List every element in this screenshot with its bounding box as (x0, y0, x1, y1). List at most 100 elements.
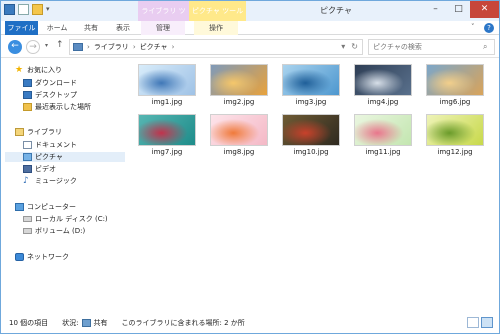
search-icon[interactable]: ⌕ (483, 42, 487, 52)
close-button[interactable]: ✕ (470, 1, 499, 18)
drive-icon (23, 228, 32, 234)
picture-tools-context: ピクチャ ツール (189, 1, 246, 21)
file-name: img8.jpg (223, 148, 255, 156)
address-bar[interactable]: › ライブラリ › ピクチャ › ▾ ↻ (69, 39, 363, 55)
thumbnail-image (138, 114, 196, 146)
file-name: img1.jpg (151, 98, 183, 106)
downloads-icon (23, 79, 32, 87)
forward-button[interactable]: → (26, 40, 40, 54)
view-switcher (467, 317, 493, 328)
thumbnail-image (210, 64, 268, 96)
thumbnail-image (426, 114, 484, 146)
title-bar: ▾ ライブラリ ツール ピクチャ ツール ピクチャ – □ ✕ (1, 1, 499, 35)
file-item[interactable]: img1.jpg (138, 64, 196, 106)
nav-label: ピクチャ (35, 153, 63, 161)
tab-share[interactable]: 共有 (77, 21, 105, 35)
nav-label: ボリューム (D:) (35, 227, 86, 235)
nav-label: ライブラリ (27, 128, 62, 136)
file-name: img11.jpg (365, 148, 401, 156)
explorer-window: ▾ ライブラリ ツール ピクチャ ツール ピクチャ – □ ✕ ファイル ホーム… (0, 0, 500, 334)
breadcrumb-separator[interactable]: › (172, 43, 175, 51)
file-name: img4.jpg (367, 98, 399, 106)
thumbnail-image (138, 64, 196, 96)
ribbon-tabs: ファイル ホーム 共有 表示 管理 操作 ˅ ? (1, 21, 499, 35)
state-label: 状況: (62, 318, 79, 327)
star-icon: ★ (15, 65, 24, 75)
window-title: ピクチャ (320, 6, 352, 15)
breadcrumb-libraries[interactable]: ライブラリ (94, 42, 129, 52)
file-item[interactable]: img4.jpg (354, 64, 412, 106)
details-view-icon[interactable] (467, 317, 479, 328)
quick-access-toolbar: ▾ (4, 4, 52, 15)
tab-operations[interactable]: 操作 (194, 21, 238, 35)
nav-libraries[interactable]: ライブラリ (15, 127, 142, 137)
customize-toolbar-icon[interactable]: ▾ (46, 4, 52, 15)
nav-label: ダウンロード (35, 79, 77, 87)
breadcrumb-pictures[interactable]: ピクチャ (140, 42, 168, 52)
breadcrumb-separator[interactable]: › (133, 43, 136, 51)
address-row: ← → ▾ ↑ › ライブラリ › ピクチャ › ▾ ↻ ⌕ (1, 36, 499, 58)
tab-view[interactable]: 表示 (109, 21, 137, 35)
nav-favorites[interactable]: ★ お気に入り (15, 65, 142, 75)
file-item[interactable]: img11.jpg (354, 114, 412, 156)
sharing-status: 状況: 共有 (62, 318, 108, 328)
nav-label: ドキュメント (35, 141, 77, 149)
properties-icon[interactable] (18, 4, 29, 15)
tab-home[interactable]: ホーム (41, 21, 73, 35)
large-icons-view-icon[interactable] (481, 317, 493, 328)
file-item[interactable]: img6.jpg (426, 64, 484, 106)
file-name: img2.jpg (223, 98, 255, 106)
search-input[interactable] (373, 43, 483, 51)
thumbnail-image (282, 114, 340, 146)
thumbnail-image (354, 114, 412, 146)
file-item[interactable]: img2.jpg (210, 64, 268, 106)
tab-file[interactable]: ファイル (5, 21, 38, 35)
navigation-pane: ★ お気に入り ダウンロード デスクトップ 最近表示した場所 ライブラリ ドキュ… (1, 59, 128, 312)
file-name: img6.jpg (439, 98, 471, 106)
drive-icon (23, 216, 32, 222)
desktop-icon (23, 91, 32, 99)
thumbnail-image (426, 64, 484, 96)
nav-computer[interactable]: コンピューター (15, 202, 142, 212)
nav-label: コンピューター (27, 203, 76, 211)
nav-label: 最近表示した場所 (35, 103, 91, 111)
library-locations: このライブラリに含まれる場所: 2 か所 (121, 318, 245, 327)
file-item[interactable]: img7.jpg (138, 114, 196, 156)
file-name: img10.jpg (293, 148, 329, 156)
thumbnail-image (210, 114, 268, 146)
file-view: img1.jpg img2.jpg img3.jpg img4.jpg img6… (128, 59, 499, 312)
network-icon (15, 253, 24, 261)
thumbnail-image (354, 64, 412, 96)
breadcrumb-separator[interactable]: › (87, 43, 90, 51)
new-folder-icon[interactable] (32, 4, 43, 15)
nav-label: ローカル ディスク (C:) (35, 215, 108, 223)
recent-locations-icon[interactable]: ▾ (45, 42, 48, 49)
tab-manage[interactable]: 管理 (141, 21, 185, 35)
libraries-icon (15, 128, 24, 136)
computer-icon (15, 203, 24, 211)
window-menu-icon[interactable] (4, 4, 15, 15)
file-item[interactable]: img12.jpg (426, 114, 484, 156)
refresh-icon[interactable]: ↻ (351, 42, 358, 51)
documents-icon (23, 141, 32, 149)
help-icon[interactable]: ? (484, 23, 494, 33)
maximize-button[interactable]: □ (447, 1, 470, 18)
shared-icon (81, 318, 91, 327)
address-dropdown-icon[interactable]: ▾ (341, 42, 345, 51)
back-button[interactable]: ← (8, 40, 22, 54)
nav-network[interactable]: ネットワーク (15, 252, 142, 262)
status-bar: 10 個の項目 状況: 共有 このライブラリに含まれる場所: 2 か所 (1, 312, 499, 333)
nav-label: デスクトップ (35, 91, 77, 99)
expand-ribbon-icon[interactable]: ˅ (471, 23, 475, 31)
nav-label: ミュージック (35, 177, 77, 185)
item-count: 10 個の項目 (9, 318, 49, 327)
file-name: img12.jpg (437, 148, 473, 156)
nav-pictures[interactable]: ピクチャ (5, 152, 125, 162)
file-item[interactable]: img10.jpg (282, 114, 340, 156)
file-item[interactable]: img3.jpg (282, 64, 340, 106)
search-box[interactable]: ⌕ (368, 39, 495, 55)
minimize-button[interactable]: – (424, 1, 447, 18)
up-button[interactable]: ↑ (56, 40, 64, 50)
thumbnail-image (282, 64, 340, 96)
file-item[interactable]: img8.jpg (210, 114, 268, 156)
